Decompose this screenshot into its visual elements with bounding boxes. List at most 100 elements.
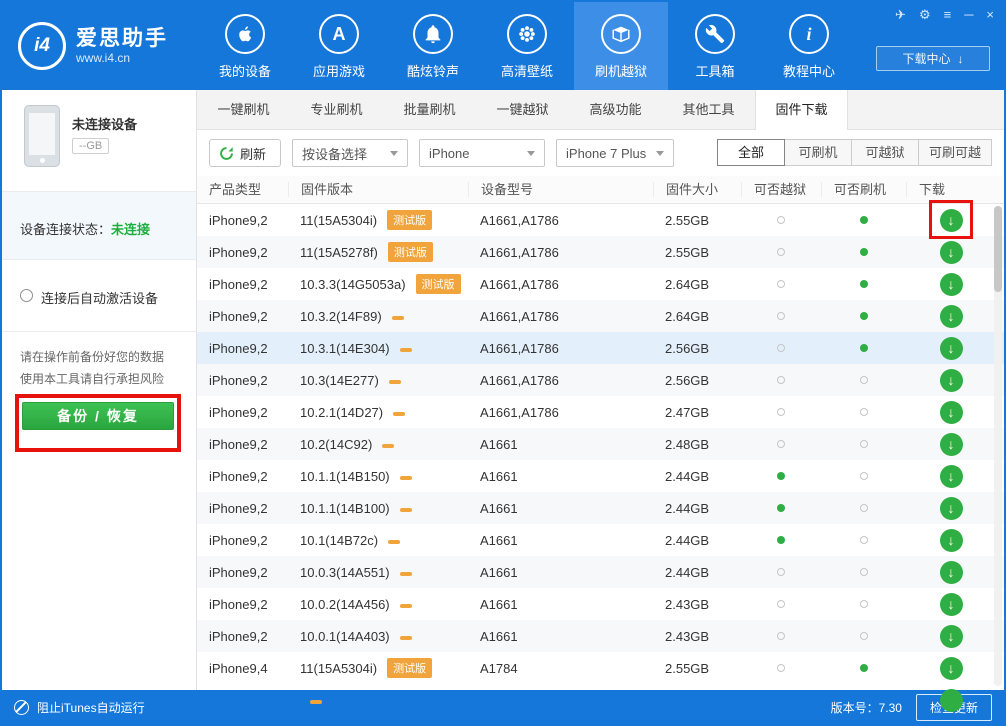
download-button[interactable]: ↓ <box>940 241 963 264</box>
device-select-dropdown[interactable]: 按设备选择 <box>292 139 408 167</box>
wrench-icon <box>695 14 735 54</box>
nav-item-tutorials[interactable]: i 教程中心 <box>762 2 856 90</box>
download-button[interactable]: ↓ <box>940 305 963 328</box>
beta-badge <box>389 380 401 384</box>
cell-device-model: A1661,A1786 <box>468 277 653 292</box>
jailbreak-status-dot <box>777 600 785 608</box>
segment-both[interactable]: 可刷可越 <box>918 139 992 166</box>
top-bar: i4 爱思助手 www.i4.cn 我的设备 A 应用游戏 酷炫铃声 <box>2 2 1004 90</box>
download-button[interactable]: ↓ <box>940 401 963 424</box>
table-row[interactable]: iPhone9,4 11(15A5304i)测试版 A1784 2.55GB ↓ <box>197 652 1004 684</box>
download-button[interactable]: ↓ <box>940 497 963 520</box>
cell-flashable <box>821 248 906 256</box>
table-row[interactable]: iPhone9,2 10.1(14B72c) A1661 2.44GB ↓ <box>197 524 1004 556</box>
gear-icon[interactable]: ⚙ <box>919 7 931 23</box>
cell-product-type: iPhone9,4 <box>197 661 288 676</box>
download-button[interactable]: ↓ <box>940 625 963 648</box>
download-button[interactable]: ↓ <box>940 657 963 680</box>
table-row[interactable]: iPhone9,2 10.3.2(14F89) A1661,A1786 2.64… <box>197 300 1004 332</box>
table-row[interactable]: iPhone9,2 10.3.3(14G5053a)测试版 A1661,A178… <box>197 268 1004 300</box>
cell-firmware-version <box>288 693 468 708</box>
vertical-scrollbar[interactable] <box>994 206 1002 686</box>
table-row[interactable]: iPhone9,2 11(15A5278f)测试版 A1661,A1786 2.… <box>197 236 1004 268</box>
flash-status-dot <box>860 664 868 672</box>
tab-other-tools[interactable]: 其他工具 <box>662 90 755 129</box>
table-row[interactable]: iPhone9,2 11(15A5304i)测试版 A1661,A1786 2.… <box>197 204 1004 236</box>
nav-item-ringtones[interactable]: 酷炫铃声 <box>386 2 480 90</box>
nav-item-apps-games[interactable]: A 应用游戏 <box>292 2 386 90</box>
download-button[interactable]: ↓ <box>940 273 963 296</box>
jailbreak-status-dot <box>777 376 785 384</box>
nav-item-flash-jailbreak[interactable]: 刷机越狱 <box>574 2 668 90</box>
cell-product-type: iPhone9,2 <box>197 501 288 516</box>
auto-activate-label: 连接后自动激活设备 <box>41 288 158 307</box>
cell-product-type: iPhone9,2 <box>197 309 288 324</box>
cell-download: ↓ <box>906 401 1004 424</box>
download-button[interactable]: ↓ <box>940 433 963 456</box>
cell-product-type: iPhone9,2 <box>197 597 288 612</box>
flash-status-dot <box>860 632 868 640</box>
jailbreak-status-dot <box>777 440 785 448</box>
table-row[interactable]: iPhone9,2 10.2(14C92) A1661 2.48GB ↓ <box>197 428 1004 460</box>
apple-icon <box>225 14 265 54</box>
flash-status-dot <box>860 472 868 480</box>
segment-flashable[interactable]: 可刷机 <box>784 139 852 166</box>
download-button[interactable]: ↓ <box>940 209 963 232</box>
download-button[interactable]: ↓ <box>940 593 963 616</box>
brand-select-value: iPhone <box>429 146 469 161</box>
download-button[interactable]: ↓ <box>940 337 963 360</box>
download-button[interactable]: ↓ <box>940 561 963 584</box>
tab-firmware-download[interactable]: 固件下载 <box>755 90 848 130</box>
table-row[interactable]: iPhone9,2 10.0.2(14A456) A1661 2.43GB ↓ <box>197 588 1004 620</box>
table-row[interactable] <box>197 684 1004 716</box>
table-row[interactable]: iPhone9,2 10.1.1(14B150) A1661 2.44GB ↓ <box>197 460 1004 492</box>
nav-item-my-devices[interactable]: 我的设备 <box>198 2 292 90</box>
beta-badge <box>310 700 322 704</box>
nav-item-wallpapers[interactable]: 高清壁纸 <box>480 2 574 90</box>
bell-icon <box>413 14 453 54</box>
menu-icon[interactable]: ≡ <box>944 7 952 23</box>
app-url: www.i4.cn <box>76 51 168 65</box>
brand-select-dropdown[interactable]: iPhone <box>419 139 545 167</box>
table-row[interactable]: iPhone9,2 10.1.1(14B100) A1661 2.44GB ↓ <box>197 492 1004 524</box>
download-center-button[interactable]: 下载中心 ↓ <box>876 46 990 71</box>
table-row[interactable]: iPhone9,2 10.0.3(14A551) A1661 2.44GB ↓ <box>197 556 1004 588</box>
cell-firmware-version: 10.3(14E277) <box>288 373 468 388</box>
feedback-icon[interactable]: ✈ <box>895 7 906 23</box>
device-info-panel: 未连接设备 --GB <box>2 90 196 192</box>
table-row[interactable]: iPhone9,2 10.3(14E277) A1661,A1786 2.56G… <box>197 364 1004 396</box>
scrollbar-thumb[interactable] <box>994 206 1002 292</box>
nav-item-toolbox[interactable]: 工具箱 <box>668 2 762 90</box>
block-icon[interactable] <box>14 700 29 715</box>
flash-status-dot <box>860 568 868 576</box>
table-row[interactable]: iPhone9,2 10.3.1(14E304) A1661,A1786 2.5… <box>197 332 1004 364</box>
model-select-dropdown[interactable]: iPhone 7 Plus <box>556 139 674 167</box>
backup-restore-button[interactable]: 备份 / 恢复 <box>22 402 174 430</box>
tab-pro-flash[interactable]: 专业刷机 <box>290 90 383 129</box>
cell-device-model: A1661 <box>468 501 653 516</box>
download-button[interactable]: ↓ <box>940 369 963 392</box>
table-row[interactable]: iPhone9,2 10.2.1(14D27) A1661,A1786 2.47… <box>197 396 1004 428</box>
tab-one-click-jailbreak[interactable]: 一键越狱 <box>476 90 569 129</box>
close-icon[interactable]: × <box>986 7 994 23</box>
block-itunes-label[interactable]: 阻止iTunes自动运行 <box>37 699 145 716</box>
table-row[interactable]: iPhone9,2 10.0.1(14A403) A1661 2.43GB ↓ <box>197 620 1004 652</box>
info-icon: i <box>789 14 829 54</box>
tab-batch-flash[interactable]: 批量刷机 <box>383 90 476 129</box>
segment-all[interactable]: 全部 <box>717 139 785 166</box>
minimize-icon[interactable]: ─ <box>964 7 973 23</box>
download-button[interactable]: ↓ <box>940 465 963 488</box>
download-arrow-icon: ↓ <box>958 52 964 66</box>
tab-one-click-flash[interactable]: 一键刷机 <box>197 90 290 129</box>
refresh-button[interactable]: 刷新 <box>209 139 281 167</box>
radio-icon[interactable] <box>20 289 33 302</box>
connection-status-label: 设备连接状态： <box>20 222 111 237</box>
segment-jailbreakable[interactable]: 可越狱 <box>851 139 919 166</box>
tab-advanced[interactable]: 高级功能 <box>569 90 662 129</box>
app-store-icon: A <box>319 14 359 54</box>
auto-activate-option[interactable]: 连接后自动激活设备 <box>2 260 196 332</box>
cell-device-model: A1661,A1786 <box>468 309 653 324</box>
download-button[interactable]: ↓ <box>940 529 963 552</box>
cell-jailbreakable <box>741 664 821 672</box>
download-button[interactable] <box>940 689 963 712</box>
